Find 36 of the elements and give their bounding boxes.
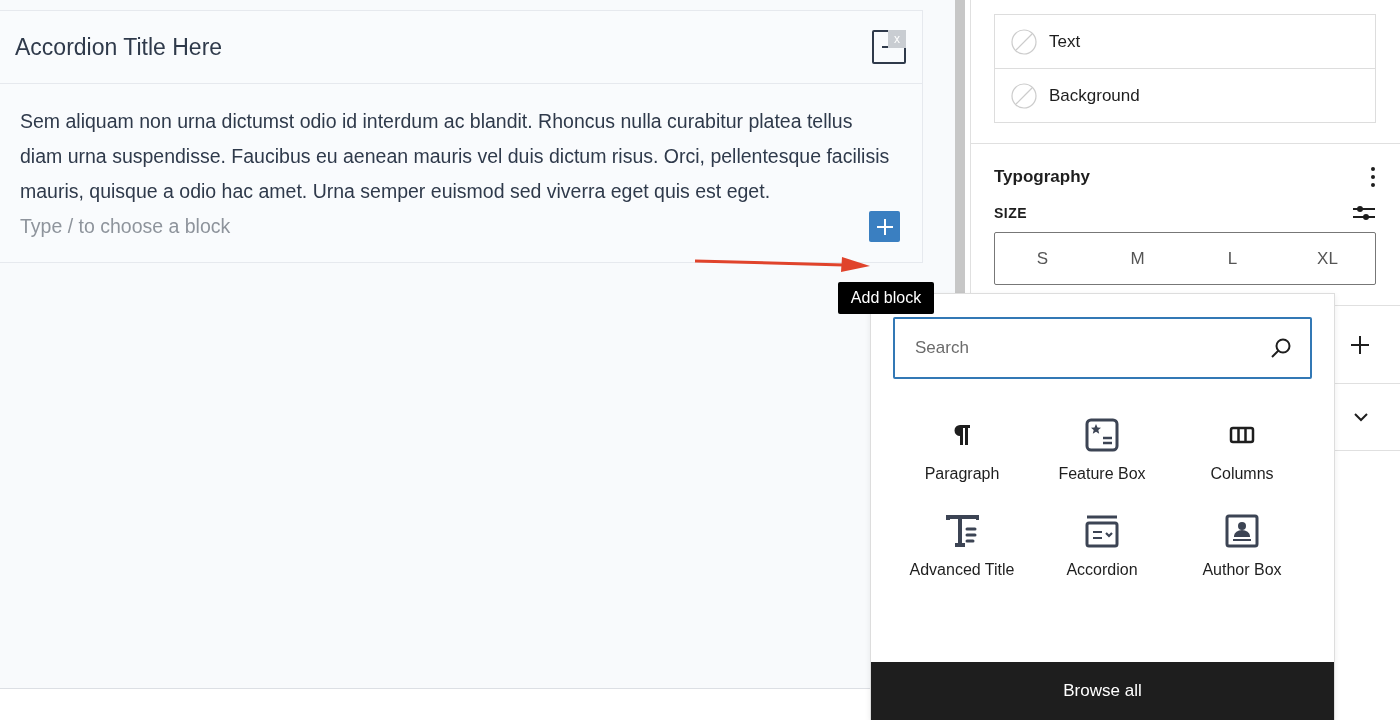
color-label: Background	[1049, 85, 1140, 106]
block-option[interactable]: Accordion	[1032, 513, 1172, 579]
size-option[interactable]: XL	[1280, 233, 1375, 284]
title-icon	[945, 514, 979, 548]
empty-swatch-icon	[1011, 28, 1037, 55]
star-card-icon	[1085, 418, 1119, 452]
accordion-title: Accordion Title Here	[15, 33, 223, 61]
block-option[interactable]: Columns	[1172, 417, 1312, 483]
panel-title: Typography	[994, 167, 1091, 187]
size-option[interactable]: L	[1185, 233, 1280, 284]
block-option[interactable]: Paragraph	[892, 417, 1032, 483]
add-block-button[interactable]	[869, 211, 900, 242]
more-options-icon[interactable]	[1370, 166, 1376, 188]
block-option[interactable]: Advanced Title	[892, 513, 1032, 579]
pilcrow-icon	[952, 423, 972, 447]
size-label: SIZE	[994, 205, 1028, 221]
color-option[interactable]: Background	[995, 68, 1375, 122]
sliders-icon[interactable]	[1352, 204, 1376, 222]
profile-card-icon	[1225, 514, 1259, 548]
search-icon	[1270, 337, 1292, 359]
browse-all-button[interactable]: Browse all	[871, 662, 1334, 720]
accordion-icon	[1085, 514, 1119, 548]
color-label: Text	[1049, 31, 1081, 52]
paragraph-text: Sem aliquam non urna dictumst odio id interdum ac blandit. Rhoncus nulla curabitur platea tellus diam urna suspendisse. Faucibus eu aenean mauris vel duis dictum risus. Orci, pellentesque facilisis mauris, quisque a odio hac amet. Urna semper euismod sed viverra eget quis est eget.	[20, 109, 891, 204]
columns-icon	[1229, 425, 1255, 445]
size-option[interactable]: S	[995, 233, 1090, 284]
plus-icon	[875, 217, 894, 236]
chevron-down-icon[interactable]	[1354, 412, 1368, 422]
block-option[interactable]: Feature Box	[1032, 417, 1172, 483]
plus-icon[interactable]	[1350, 334, 1370, 355]
empty-swatch-icon	[1011, 82, 1037, 109]
size-option[interactable]: M	[1090, 233, 1185, 284]
tooltip: Add block	[838, 282, 934, 314]
color-option[interactable]: Text	[995, 15, 1375, 68]
search-field[interactable]: Search	[893, 317, 1312, 379]
block-option[interactable]: Author Box	[1172, 513, 1312, 579]
